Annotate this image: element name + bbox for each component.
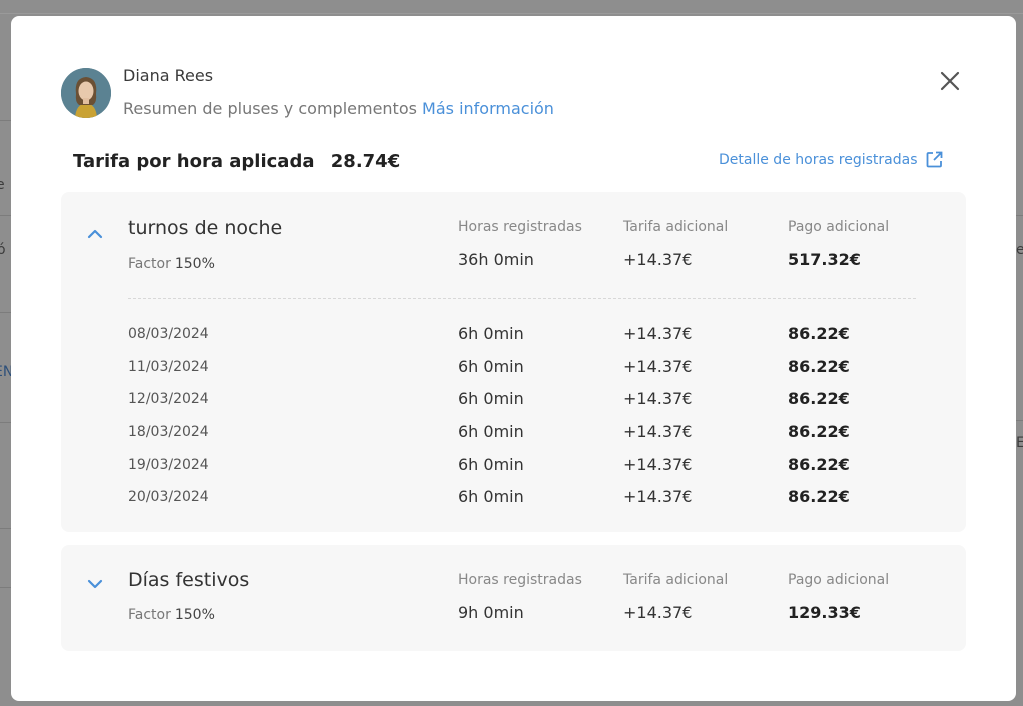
section-night-shifts: turnos de noche Factor 150% Horas registr…	[61, 192, 966, 532]
row-hours: 6h 0min	[458, 487, 524, 506]
section-divider	[128, 298, 916, 299]
table-row: 20/03/2024 6h 0min +14.37€ 86.22€	[61, 487, 966, 511]
bg-divider	[0, 120, 11, 121]
bg-text-fragment: E	[1016, 435, 1023, 451]
bg-text-fragment: ó	[0, 242, 6, 258]
bg-divider	[0, 528, 11, 529]
factor-label: Factor	[128, 256, 171, 272]
section-title: turnos de noche	[128, 217, 283, 239]
bg-divider	[0, 422, 11, 423]
close-button[interactable]	[935, 66, 965, 96]
hourly-rate-value: 28.74€	[330, 151, 401, 172]
row-rate: +14.37€	[623, 389, 693, 408]
row-date: 20/03/2024	[128, 489, 209, 505]
row-payment: 86.22€	[788, 487, 850, 506]
avatar	[61, 68, 111, 118]
modal-subtitle: Resumen de pluses y complementos Más inf…	[123, 99, 554, 118]
detail-link-label: Detalle de horas registradas	[719, 151, 918, 168]
row-rate: +14.37€	[623, 422, 693, 441]
column-header-rate: Tarifa adicional	[623, 572, 729, 588]
table-row: 08/03/2024 6h 0min +14.37€ 86.22€	[61, 324, 966, 348]
row-payment: 86.22€	[788, 422, 850, 441]
section-total-payment: 517.32€	[788, 250, 861, 269]
column-header-payment: Pago adicional	[788, 572, 890, 588]
row-date: 19/03/2024	[128, 457, 209, 473]
row-payment: 86.22€	[788, 324, 850, 343]
bg-divider	[0, 587, 11, 588]
row-payment: 86.22€	[788, 389, 850, 408]
external-link-icon	[926, 151, 942, 168]
section-rate: +14.37€	[623, 250, 693, 269]
column-header-payment: Pago adicional	[788, 219, 890, 235]
bg-divider	[0, 215, 11, 216]
section-factor: Factor 150%	[128, 256, 215, 272]
section-holidays: Días festivos Factor 150% Horas registrad…	[61, 545, 966, 651]
row-rate: +14.37€	[623, 357, 693, 376]
section-rate: +14.37€	[623, 603, 693, 622]
bg-divider	[1016, 420, 1023, 421]
section-factor: Factor 150%	[128, 607, 215, 623]
chevron-down-icon[interactable]	[86, 575, 104, 593]
row-date: 11/03/2024	[128, 359, 209, 375]
row-date: 08/03/2024	[128, 326, 209, 342]
column-header-hours: Horas registradas	[458, 572, 582, 588]
row-hours: 6h 0min	[458, 455, 524, 474]
row-rate: +14.37€	[623, 455, 693, 474]
avatar-portrait-icon	[61, 68, 111, 118]
hourly-rate-label: Tarifa por hora aplicada	[73, 151, 315, 172]
row-hours: 6h 0min	[458, 324, 524, 343]
row-hours: 6h 0min	[458, 357, 524, 376]
row-payment: 86.22€	[788, 357, 850, 376]
close-icon	[940, 71, 960, 91]
row-hours: 6h 0min	[458, 422, 524, 441]
section-total-payment: 129.33€	[788, 603, 861, 622]
more-info-link[interactable]: Más información	[422, 99, 554, 118]
factor-value: 150%	[174, 256, 215, 272]
table-row: 18/03/2024 6h 0min +14.37€ 86.22€	[61, 422, 966, 446]
row-date: 12/03/2024	[128, 391, 209, 407]
section-total-hours: 36h 0min	[458, 250, 534, 269]
chevron-up-icon[interactable]	[86, 225, 104, 243]
section-title: Días festivos	[128, 569, 250, 591]
table-row: 11/03/2024 6h 0min +14.37€ 86.22€	[61, 357, 966, 381]
row-rate: +14.37€	[623, 487, 693, 506]
subtitle-text: Resumen de pluses y complementos	[123, 99, 417, 118]
bg-text-fragment: e	[0, 177, 5, 193]
bg-text-fragment: e	[1016, 242, 1023, 258]
user-name: Diana Rees	[123, 66, 214, 85]
factor-value: 150%	[174, 607, 215, 623]
column-header-rate: Tarifa adicional	[623, 219, 729, 235]
registered-hours-detail-link[interactable]: Detalle de horas registradas	[719, 151, 943, 168]
row-hours: 6h 0min	[458, 389, 524, 408]
table-row: 12/03/2024 6h 0min +14.37€ 86.22€	[61, 389, 966, 413]
bg-divider	[1016, 215, 1023, 216]
bg-divider	[0, 312, 11, 313]
hourly-rate: Tarifa por hora aplicada 28.74€	[73, 151, 400, 172]
table-row: 19/03/2024 6h 0min +14.37€ 86.22€	[61, 455, 966, 479]
column-header-hours: Horas registradas	[458, 219, 582, 235]
factor-label: Factor	[128, 607, 171, 623]
supplements-modal: Diana Rees Resumen de pluses y complemen…	[11, 16, 1016, 701]
row-payment: 86.22€	[788, 455, 850, 474]
bg-divider	[0, 13, 1023, 14]
section-total-hours: 9h 0min	[458, 603, 524, 622]
row-date: 18/03/2024	[128, 424, 209, 440]
row-rate: +14.37€	[623, 324, 693, 343]
